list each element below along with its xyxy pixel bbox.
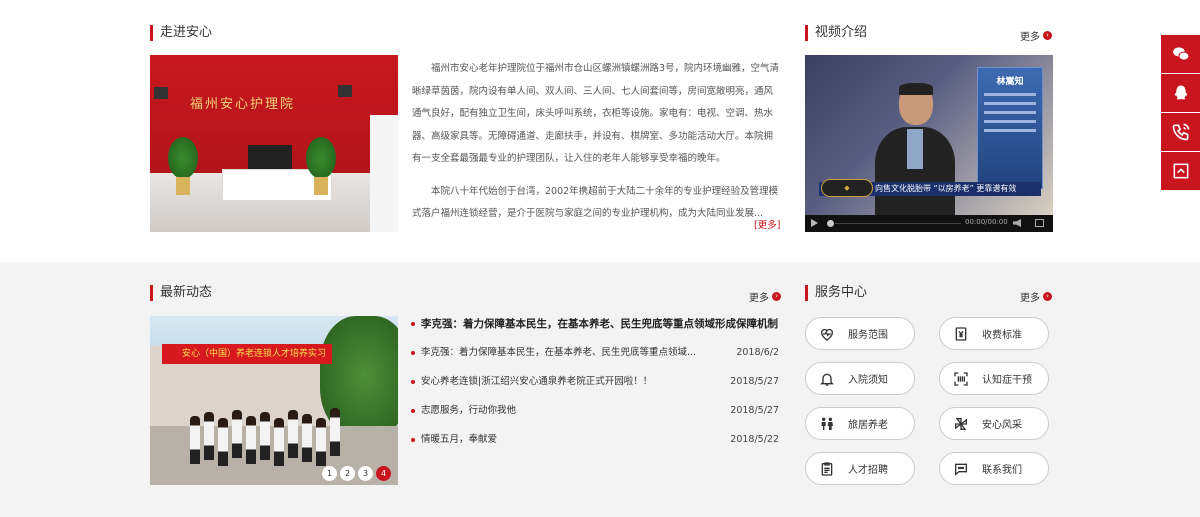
photo-banner: 安心（中国）养老连锁人才培养实习 [162,344,332,364]
news-section-title: 最新动态 [150,285,212,301]
chevron-right-icon: › [1043,292,1052,301]
play-icon[interactable] [811,219,818,227]
video-more-link[interactable]: 更多 › [1020,28,1052,43]
intro-section-title: 走进安心 [150,25,212,41]
pinwheel-icon [940,416,982,432]
service-button-scope[interactable]: 服务范围 [805,317,915,350]
news-item-text: 情暖五月，奉献爱 [421,434,498,445]
side-toolbar [1161,35,1200,191]
photo-crowd [190,398,350,468]
service-button-gallery[interactable]: 安心风采 [939,407,1049,440]
photo-tv [248,145,292,171]
people-icon [806,416,848,432]
photo-wall-right [370,115,398,232]
yen-document-icon [940,326,982,342]
news-item-date: 2018/5/27 [730,405,779,416]
fullscreen-icon[interactable] [1035,219,1044,227]
services-more-link[interactable]: 更多 › [1020,289,1052,304]
news-item-text: 安心养老连锁|浙江绍兴安心通泉养老院正式开园啦！！ [421,376,653,387]
service-button-travel[interactable]: 旅居养老 [805,407,915,440]
pot-left [176,177,190,195]
scan-icon [940,371,982,387]
heart-pulse-icon [806,326,848,342]
phone-icon[interactable] [1161,113,1200,151]
plant-right [306,137,336,179]
news-more-link[interactable]: 更多 › [749,289,781,304]
service-label: 人才招聘 [848,465,888,476]
service-button-dementia[interactable]: 认知症干预 [939,362,1049,395]
video-player[interactable]: 林嵩知 向售文化脱胎带 “以房养老” 更靠谱有效 ◆ 00:00/00:00 [805,55,1053,232]
qq-icon[interactable] [1161,74,1200,112]
video-time: 00:00/00:00 [965,218,1008,226]
service-label: 认知症干预 [982,375,1032,386]
service-label: 收费标准 [982,330,1022,341]
video-panel-name: 林嵩知 [996,77,1024,87]
chat-icon [940,461,982,477]
slider-dot-4[interactable]: 4 [376,466,391,481]
back-to-top-icon[interactable] [1161,152,1200,190]
clipboard-icon [806,461,848,477]
volume-icon[interactable] [1013,219,1021,227]
service-button-recruit[interactable]: 人才招聘 [805,452,915,485]
slider-dot-2[interactable]: 2 [340,466,355,481]
video-controls: 00:00/00:00 [805,215,1053,232]
bell-icon [806,371,848,387]
slider-dot-1[interactable]: 1 [322,466,337,481]
chevron-right-icon: › [1043,31,1052,40]
video-name-panel: 林嵩知 [977,67,1043,189]
service-button-fees[interactable]: 收费标准 [939,317,1049,350]
news-more-label: 更多 [749,293,769,304]
service-button-admission[interactable]: 入院须知 [805,362,915,395]
service-label: 入院须知 [848,375,888,386]
pot-right [314,177,328,195]
intro-paragraph-1: 福州市安心老年护理院位于福州市仓山区螺洲镇螺洲路3号，院内环境幽雅，空气清晰绿草… [412,63,780,164]
news-headline[interactable]: 李克强：着力保障基本民生，在基本养老、民生兜底等重点领域形成保障机制 [411,316,778,331]
services-section-title: 服务中心 [805,285,867,301]
intro-text: 福州市安心老年护理院位于福州市仓山区螺洲镇螺洲路3号，院内环境幽雅，空气清晰绿草… [412,58,780,226]
intro-more-link[interactable]: [更多] [754,217,780,231]
speaker-left [154,87,168,99]
list-item[interactable]: 李克强：着力保障基本民生，在基本养老、民生兜底等重点领域... 2018/6/2 [411,345,779,374]
list-item[interactable]: 情暖五月，奉献爱 2018/5/22 [411,432,779,461]
news-item-date: 2018/5/22 [730,434,779,445]
speaker-right [338,85,352,97]
services-more-label: 更多 [1020,293,1040,304]
service-label: 联系我们 [982,465,1022,476]
news-item-date: 2018/6/2 [736,347,779,358]
plant-left [168,137,198,179]
news-photo-slider[interactable]: 安心（中国）养老连锁人才培养实习 [150,316,398,485]
news-item-date: 2018/5/27 [730,376,779,387]
list-item[interactable]: 安心养老连锁|浙江绍兴安心通泉养老院正式开园啦！！ 2018/5/27 [411,374,779,403]
list-item[interactable]: 志愿服务，行动你我他 2018/5/27 [411,403,779,432]
service-label: 服务范围 [848,330,888,341]
chevron-right-icon: › [772,292,781,301]
news-item-text: 李克强：着力保障基本民生，在基本养老、民生兜底等重点领域... [421,347,697,358]
service-label: 安心风采 [982,420,1022,431]
wechat-icon[interactable] [1161,35,1200,73]
slider-pagination: 1 2 3 4 [322,466,391,481]
progress-bar[interactable] [835,223,961,224]
tv-logo-icon: ◆ [821,179,873,197]
slider-dot-3[interactable]: 3 [358,466,373,481]
service-label: 旅居养老 [848,420,888,431]
photo-sign-text: 福州安心护理院 [190,97,296,112]
news-list: 李克强：着力保障基本民生，在基本养老、民生兜底等重点领域... 2018/6/2 … [411,345,779,461]
intro-photo[interactable]: 福州安心护理院 [150,55,398,232]
video-more-label: 更多 [1020,32,1040,43]
video-section-title: 视频介绍 [805,25,867,41]
intro-paragraph-2: 本院八十年代始创于台湾，2002年携超前于大陆二十余年的专业护理经验及管理模式落… [412,185,779,220]
service-button-contact[interactable]: 联系我们 [939,452,1049,485]
news-item-text: 志愿服务，行动你我他 [421,405,517,416]
progress-knob[interactable] [827,220,834,227]
